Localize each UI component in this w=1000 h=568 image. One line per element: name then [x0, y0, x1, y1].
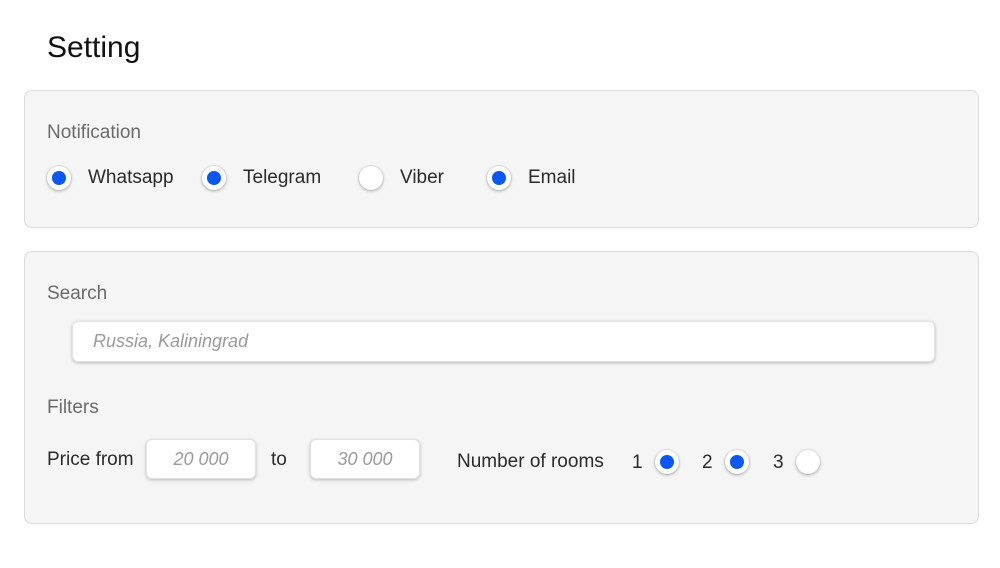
email-label[interactable]: Email: [528, 166, 576, 190]
search-panel: Search Filters Price from to Number of r…: [24, 251, 979, 524]
page-title: Setting: [47, 31, 141, 64]
rooms-label: Number of rooms: [457, 451, 604, 472]
notification-label: Notification: [47, 122, 141, 143]
price-from-input[interactable]: [146, 439, 256, 479]
room-2-radio[interactable]: [725, 450, 749, 474]
radio-dot: [660, 455, 674, 469]
radio-dot: [207, 171, 221, 185]
whatsapp-radio[interactable]: [47, 166, 71, 190]
whatsapp-label[interactable]: Whatsapp: [88, 166, 174, 190]
email-radio[interactable]: [487, 166, 511, 190]
radio-dot: [492, 171, 506, 185]
filters-label: Filters: [47, 397, 99, 418]
viber-radio[interactable]: [359, 166, 383, 190]
viber-label[interactable]: Viber: [400, 166, 444, 190]
radio-dot: [52, 171, 66, 185]
room-1-radio[interactable]: [655, 450, 679, 474]
price-from-label: Price from: [47, 449, 134, 470]
price-to-input[interactable]: [310, 439, 420, 479]
radio-dot: [730, 455, 744, 469]
room-1-label[interactable]: 1: [632, 451, 643, 475]
search-label: Search: [47, 283, 108, 304]
price-to-label: to: [271, 449, 287, 470]
telegram-radio[interactable]: [202, 166, 226, 190]
room-3-radio[interactable]: [796, 450, 820, 474]
room-3-label[interactable]: 3: [773, 451, 784, 475]
room-2-label[interactable]: 2: [702, 451, 713, 475]
search-input[interactable]: [72, 321, 935, 362]
notification-panel: Notification Whatsapp Telegram Viber Ema…: [24, 90, 979, 228]
telegram-label[interactable]: Telegram: [243, 166, 321, 190]
